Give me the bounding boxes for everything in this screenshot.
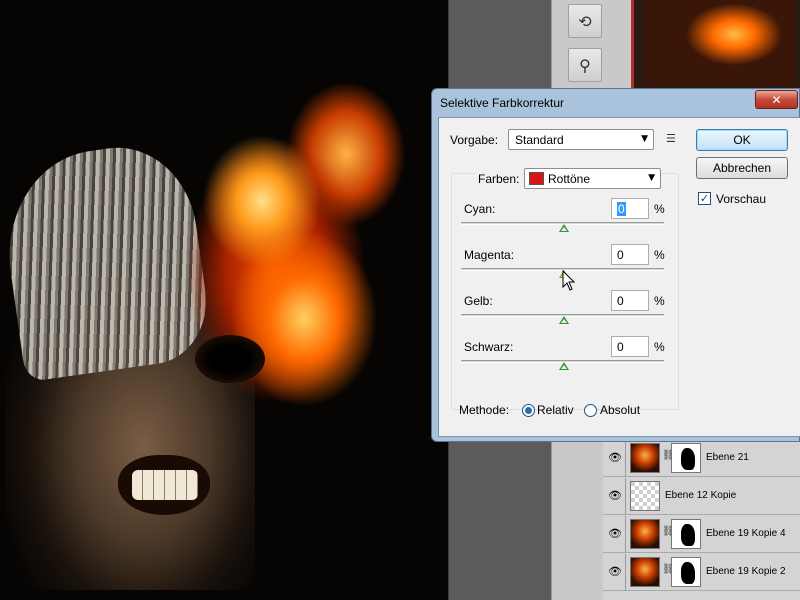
puppet-warp-icon[interactable]: ⚲ [568,48,602,82]
photo-dark-eye [195,335,265,383]
cyan-label: Cyan: [464,202,496,216]
preview-checkbox[interactable]: ✓ [698,192,711,205]
document-canvas[interactable] [0,0,448,600]
colors-value: Rottöne [548,172,591,186]
method-label: Methode: [459,403,510,417]
preview-label[interactable]: Vorschau [716,192,766,206]
layer-mask-thumbnail[interactable] [671,557,701,587]
mouse-pointer-icon [562,270,576,291]
layer-row[interactable]: 👁 ⛓ Ebene 19 Kopie 2 [603,554,800,591]
navigator-thumbnail [631,0,800,90]
absolute-label[interactable]: Absolut [600,403,640,417]
layer-thumbnail[interactable] [630,443,660,473]
preset-label: Vorgabe: [450,133,499,147]
ok-button[interactable]: OK [696,129,788,151]
eye-icon[interactable]: 👁 [607,527,623,541]
yellow-input[interactable]: 0 [611,290,649,311]
cyan-value: 0 [617,202,626,216]
layer-row[interactable]: 👁 ⛓ Ebene 19 Kopie 4 [603,516,800,553]
chevron-down-icon: ▼ [648,173,655,183]
layer-thumbnail[interactable] [630,519,660,549]
menu-list-icon[interactable]: ☰ [666,132,676,145]
magenta-label: Magenta: [464,248,515,262]
colors-label: Farben: [475,172,523,186]
divider [625,440,626,477]
divider [625,516,626,553]
selective-color-dialog: Selektive Farbkorrektur ✕ Vorgabe: Stand… [431,88,800,442]
layer-row[interactable]: 👁 ⛓ Ebene 21 [603,440,800,477]
yellow-unit: % [654,294,665,308]
relative-radio[interactable] [522,404,535,417]
navigator-preview-image [644,0,794,86]
layer-name[interactable]: Ebene 19 Kopie 4 [706,528,786,539]
dialog-body: Vorgabe: Standard ▼ ☰ OK Abbrechen ✓ Vor… [438,117,800,437]
cyan-slider-thumb[interactable] [559,224,569,232]
layer-name[interactable]: Ebene 21 [706,452,749,463]
layer-row[interactable]: 👁 Ebene 12 Kopie [603,478,800,515]
photo-teeth [132,470,198,500]
layer-thumbnail[interactable] [630,481,660,511]
preset-value: Standard [515,133,564,147]
divider [625,554,626,591]
black-input[interactable]: 0 [611,336,649,357]
black-label: Schwarz: [464,340,514,354]
layer-thumbnail[interactable] [630,557,660,587]
layers-panel: 👁 ⛓ Ebene 21 👁 Ebene 12 Kopie 👁 ⛓ Ebene … [603,440,800,600]
eye-icon[interactable]: 👁 [607,489,623,503]
cyan-input[interactable]: 0 [611,198,649,219]
rotate-icon[interactable]: ⟲ [568,4,602,38]
layer-name[interactable]: Ebene 12 Kopie [665,490,736,501]
eye-icon[interactable]: 👁 [607,565,623,579]
yellow-slider-thumb[interactable] [559,316,569,324]
cyan-unit: % [654,202,665,216]
close-button[interactable]: ✕ [755,90,798,109]
layer-name[interactable]: Ebene 19 Kopie 2 [706,566,786,577]
colors-dropdown[interactable]: Rottöne ▼ [524,168,661,189]
eye-icon[interactable]: 👁 [607,451,623,465]
cancel-button[interactable]: Abbrechen [696,157,788,179]
dialog-title: Selektive Farbkorrektur [440,96,565,110]
relative-label[interactable]: Relativ [537,403,574,417]
black-unit: % [654,340,665,354]
color-swatch [529,172,544,185]
dialog-titlebar[interactable]: Selektive Farbkorrektur ✕ [432,89,799,117]
magenta-input[interactable]: 0 [611,244,649,265]
layer-mask-thumbnail[interactable] [671,443,701,473]
layer-mask-thumbnail[interactable] [671,519,701,549]
chevron-down-icon: ▼ [641,134,648,144]
yellow-label: Gelb: [464,294,493,308]
absolute-radio[interactable] [584,404,597,417]
divider [625,478,626,515]
black-slider-thumb[interactable] [559,362,569,370]
preset-dropdown[interactable]: Standard ▼ [508,129,654,150]
magenta-unit: % [654,248,665,262]
